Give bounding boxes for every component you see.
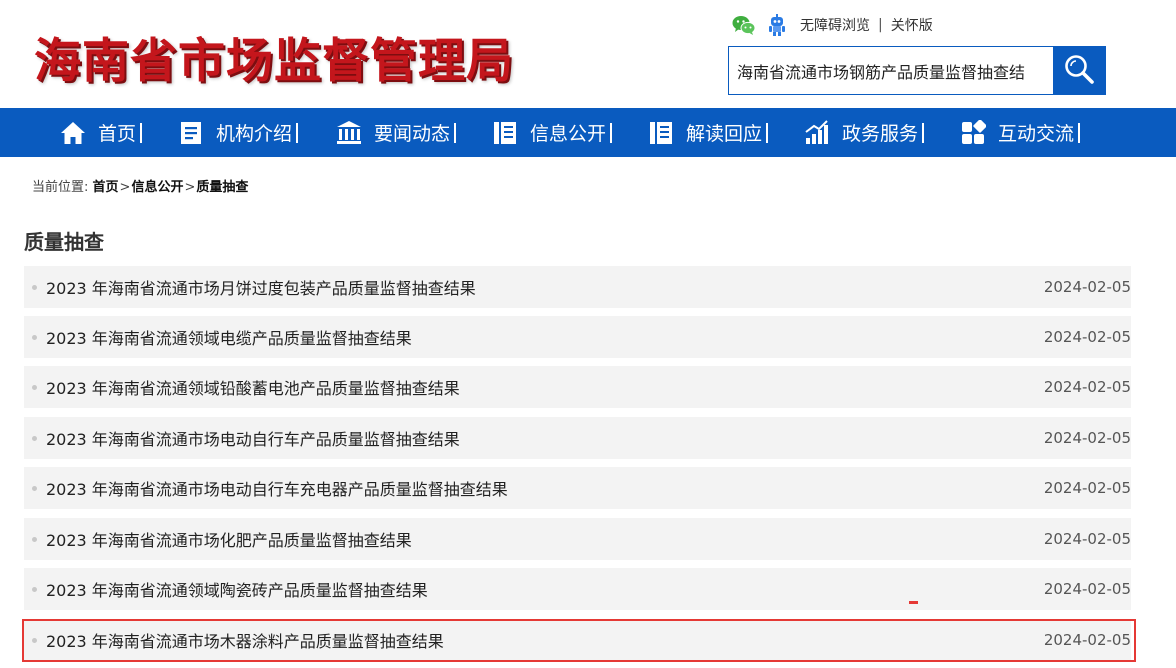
nav-item-services[interactable]: 政务服务 <box>804 108 925 157</box>
list-item-date: 2024-02-05 <box>1043 530 1131 548</box>
bullet-icon <box>32 436 37 441</box>
nav-item-interpretation[interactable]: 解读回应 <box>648 108 769 157</box>
breadcrumb-info-open[interactable]: 信息公开 <box>131 180 183 195</box>
robot-icon[interactable] <box>766 14 788 36</box>
tools-separator: | <box>878 17 883 33</box>
nav-item-interaction[interactable]: 互动交流 <box>960 108 1081 157</box>
red-marker <box>909 601 918 604</box>
list-item-date: 2024-02-05 <box>1043 429 1131 447</box>
list-item[interactable]: 2023 年海南省流通市场化肥产品质量监督抽查结果 2024-02-05 <box>24 518 1131 560</box>
breadcrumb-current[interactable]: 质量抽查 <box>196 180 248 195</box>
breadcrumb-separator: > <box>119 180 131 195</box>
list-item[interactable]: 2023 年海南省流通市场电动自行车产品质量监督抽查结果 2024-02-05 <box>24 417 1131 459</box>
list-item-date: 2024-02-05 <box>1043 278 1131 296</box>
breadcrumb-separator: > <box>184 180 196 195</box>
header-tools: 无障碍浏览 | 关怀版 <box>732 14 933 36</box>
main-nav: 首页 机构介绍 要闻动态 信息公开 解读回应 政务服务 互动交流 <box>0 108 1176 157</box>
site-logo[interactable]: 海南省市场监督管理局 <box>34 22 514 89</box>
search-button[interactable] <box>1053 47 1105 94</box>
accessibility-link[interactable]: 无障碍浏览 <box>800 15 870 35</box>
list-book-icon <box>492 120 518 146</box>
breadcrumb-prefix: 当前位置: <box>32 180 89 195</box>
list-item[interactable]: 2023 年海南省流通领域电缆产品质量监督抽查结果 2024-02-05 <box>24 316 1131 358</box>
bullet-icon <box>32 587 37 592</box>
nav-item-news[interactable]: 要闻动态 <box>336 108 457 157</box>
nav-label: 解读回应 <box>686 123 763 145</box>
bullet-icon <box>32 385 37 390</box>
nav-label: 要闻动态 <box>374 123 451 145</box>
bullet-icon <box>32 486 37 491</box>
list-item[interactable]: 2023 年海南省流通市场电动自行车充电器产品质量监督抽查结果 2024-02-… <box>24 467 1131 509</box>
search-box <box>728 46 1106 95</box>
bullet-icon <box>32 335 37 340</box>
list-item-date: 2024-02-05 <box>1043 328 1131 346</box>
bullet-icon <box>32 638 37 643</box>
breadcrumb-home[interactable]: 首页 <box>93 180 119 195</box>
nav-divider <box>140 122 143 143</box>
bullet-icon <box>32 537 37 542</box>
list-item-title[interactable]: 2023 年海南省流通市场木器涂料产品质量监督抽查结果 <box>46 628 444 652</box>
nav-divider <box>454 122 457 143</box>
nav-divider <box>610 122 613 143</box>
nav-item-info-open[interactable]: 信息公开 <box>492 108 613 157</box>
nav-divider <box>766 122 769 143</box>
list-item-title[interactable]: 2023 年海南省流通市场电动自行车充电器产品质量监督抽查结果 <box>46 476 508 500</box>
list-item-date: 2024-02-05 <box>1043 631 1131 649</box>
nav-label: 信息公开 <box>530 123 607 145</box>
bar-chart-icon <box>804 119 830 146</box>
list-item-title[interactable]: 2023 年海南省流通市场月饼过度包装产品质量监督抽查结果 <box>46 275 476 299</box>
nav-label: 首页 <box>98 123 137 145</box>
list-item-date: 2024-02-05 <box>1043 378 1131 396</box>
document-icon <box>178 120 204 146</box>
nav-divider <box>1078 122 1081 143</box>
list-item-title[interactable]: 2023 年海南省流通领域铅酸蓄电池产品质量监督抽查结果 <box>46 375 460 399</box>
list-item-title[interactable]: 2023 年海南省流通市场化肥产品质量监督抽查结果 <box>46 527 412 551</box>
list-item-title[interactable]: 2023 年海南省流通领域陶瓷砖产品质量监督抽查结果 <box>46 577 428 601</box>
list-item-title[interactable]: 2023 年海南省流通领域电缆产品质量监督抽查结果 <box>46 325 412 349</box>
list-item[interactable]: 2023 年海南省流通市场木器涂料产品质量监督抽查结果 2024-02-05 <box>24 619 1131 661</box>
bullet-icon <box>32 285 37 290</box>
breadcrumb: 当前位置: 首页>信息公开>质量抽查 <box>32 176 248 195</box>
list-item-title[interactable]: 2023 年海南省流通市场电动自行车产品质量监督抽查结果 <box>46 426 460 450</box>
list-item-date: 2024-02-05 <box>1043 580 1131 598</box>
list-item[interactable]: 2023 年海南省流通领域陶瓷砖产品质量监督抽查结果 2024-02-05 <box>24 568 1131 610</box>
section-title: 质量抽查 <box>24 230 104 254</box>
home-icon <box>60 120 86 146</box>
list-item-date: 2024-02-05 <box>1043 479 1131 497</box>
list-book-icon <box>648 120 674 146</box>
wechat-icon[interactable] <box>732 14 756 36</box>
nav-label: 机构介绍 <box>216 123 293 145</box>
nav-label: 政务服务 <box>842 123 919 145</box>
nav-item-about[interactable]: 机构介绍 <box>178 108 299 157</box>
care-mode-link[interactable]: 关怀版 <box>891 15 933 35</box>
grid-icon <box>960 119 986 146</box>
nav-divider <box>296 122 299 143</box>
nav-item-home[interactable]: 首页 <box>60 108 143 157</box>
bank-icon <box>336 120 362 146</box>
search-icon <box>1063 53 1095 89</box>
nav-label: 互动交流 <box>998 123 1075 145</box>
nav-divider <box>922 122 925 143</box>
site-header: 海南省市场监督管理局 无障碍浏览 | 关怀版 海南省流通市场钢筋产品质量监督抽查… <box>0 0 1176 108</box>
list-item[interactable]: 2023 年海南省流通领域铅酸蓄电池产品质量监督抽查结果 2024-02-05 <box>24 366 1131 408</box>
list-item[interactable]: 2023 年海南省流通市场月饼过度包装产品质量监督抽查结果 2024-02-05 <box>24 266 1131 308</box>
search-input[interactable] <box>729 47 1053 94</box>
